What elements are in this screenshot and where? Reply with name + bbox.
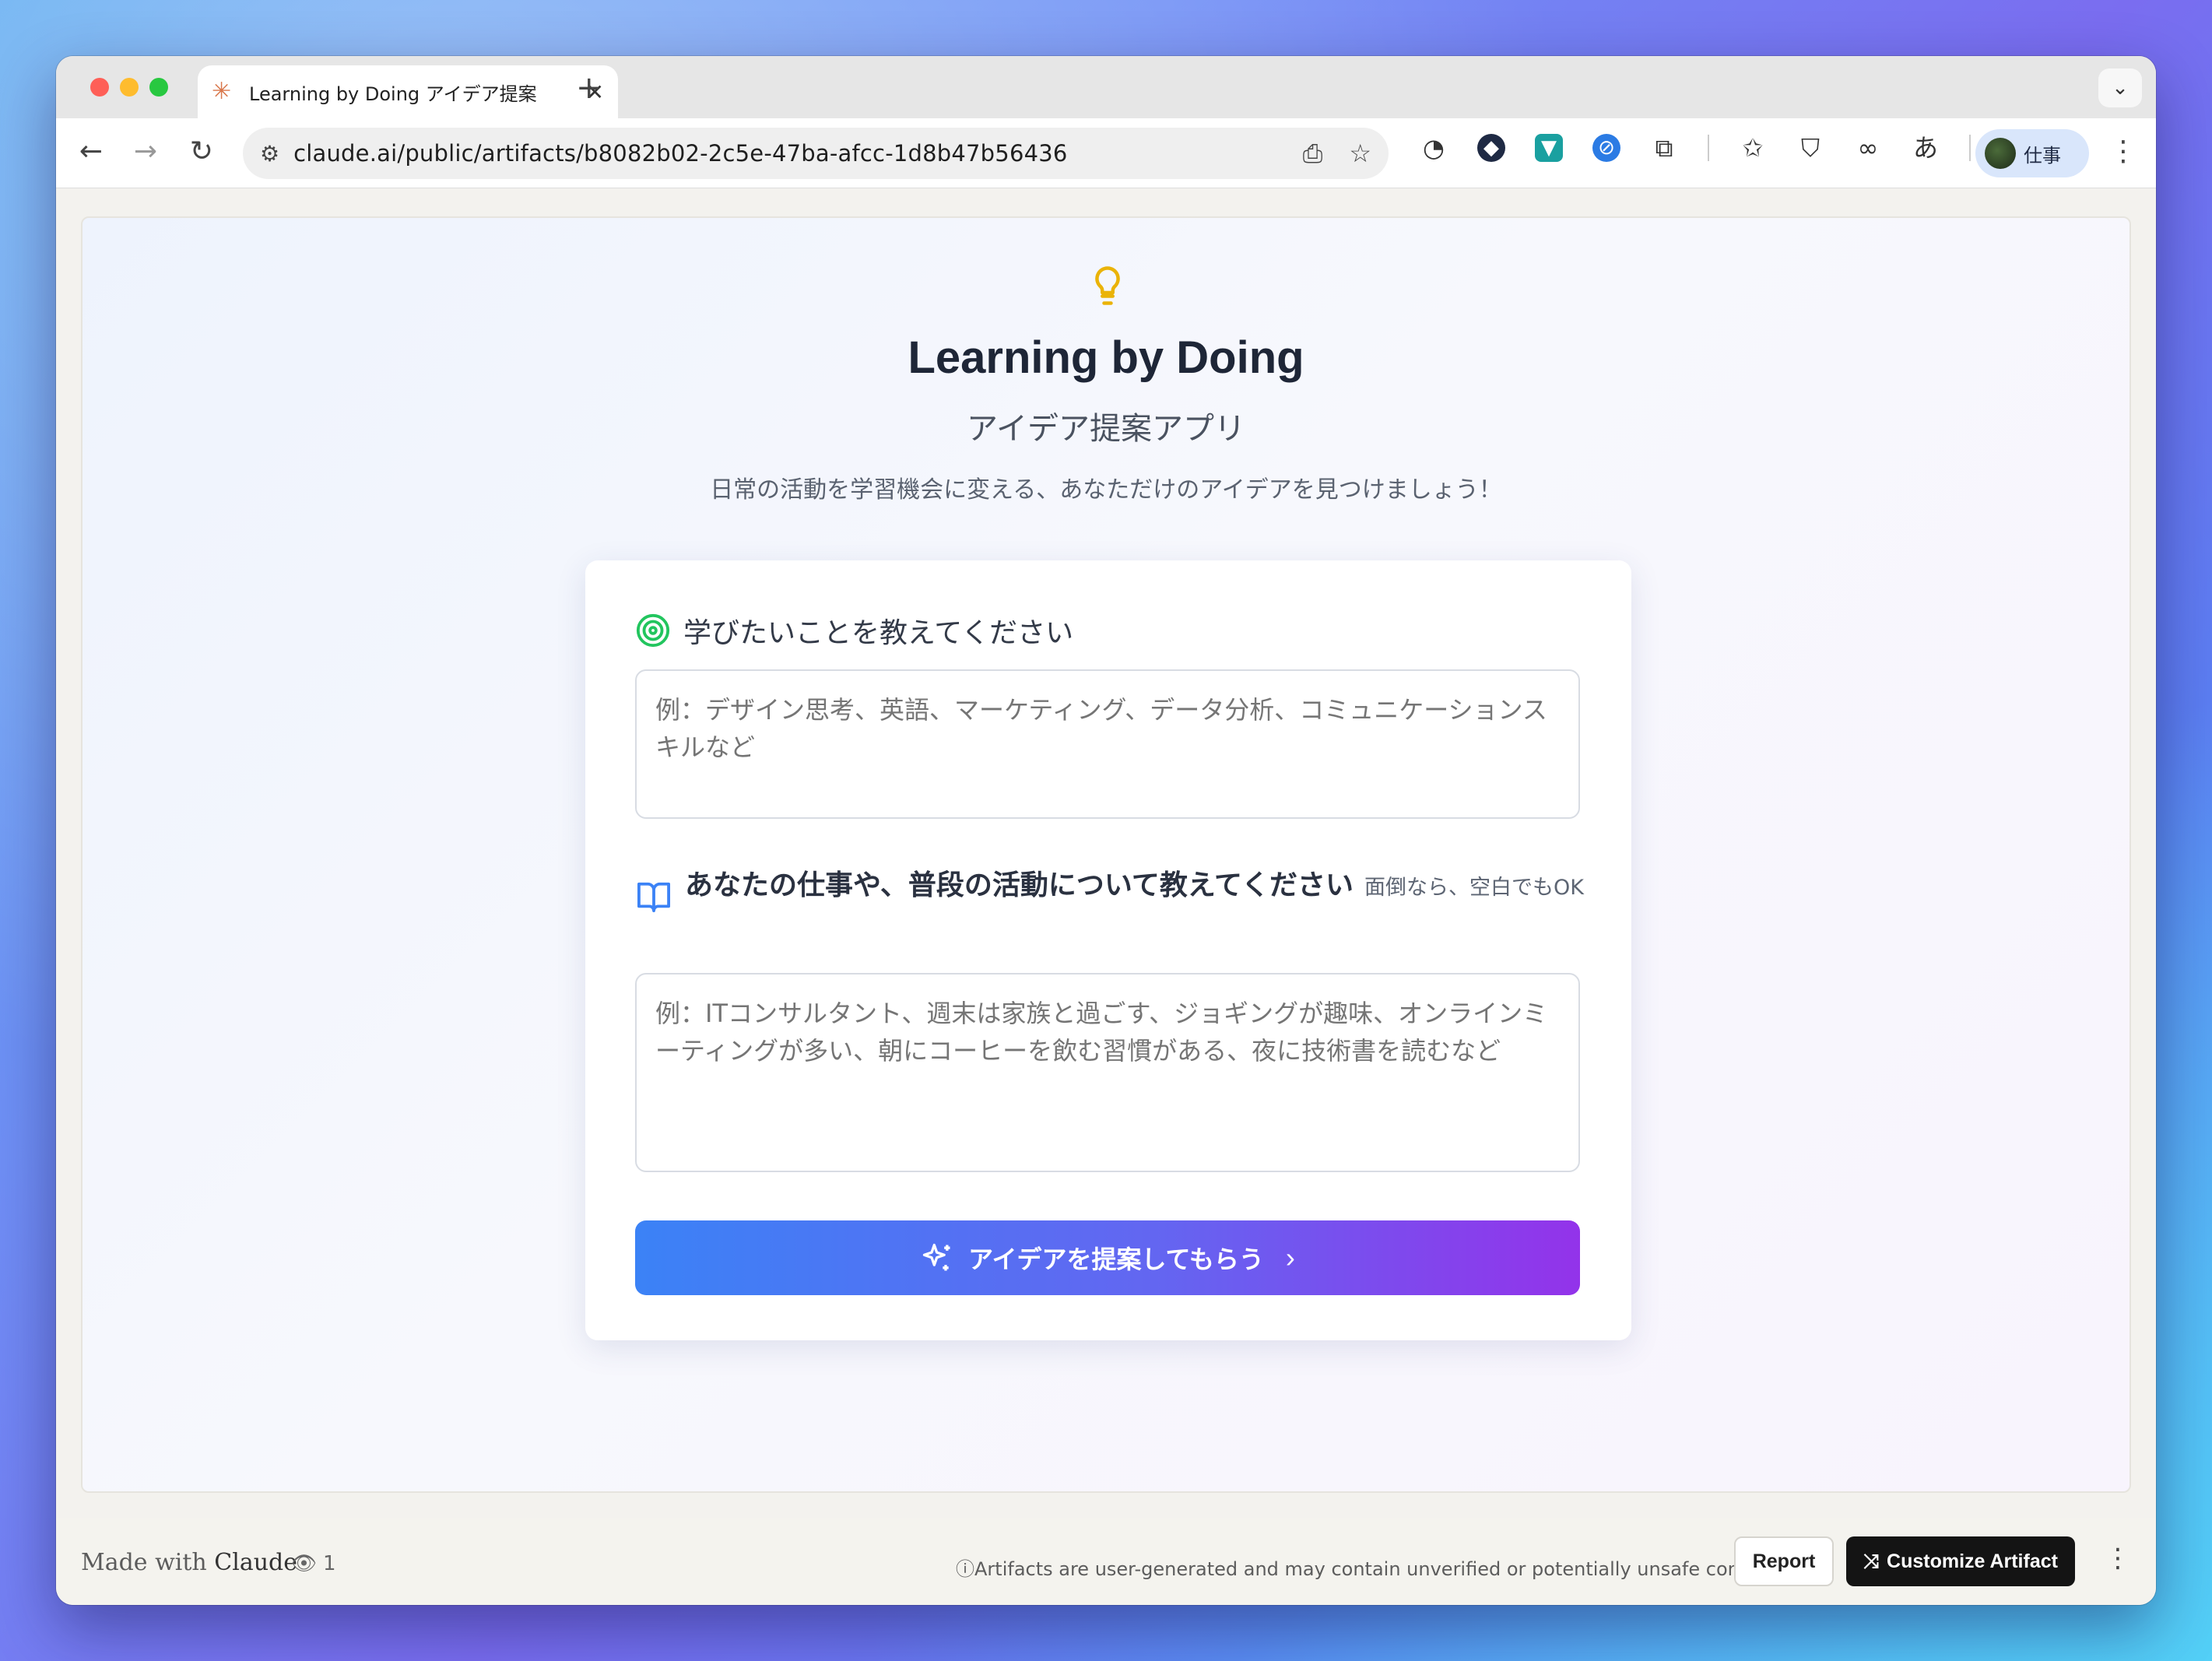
link-icon[interactable]: ∞: [1854, 134, 1882, 162]
bookmark-star-icon[interactable]: ☆: [1349, 139, 1371, 169]
tab-active[interactable]: ✳ Learning by Doing アイデア提案 ✕: [198, 65, 618, 118]
site-info-icon[interactable]: ⚙: [260, 141, 279, 167]
profile-name: 仕事: [2024, 144, 2061, 167]
toolbar-divider: [1708, 135, 1709, 161]
incognito-icon[interactable]: ⛉: [1796, 134, 1824, 162]
activities-optional-note: 面倒なら、空白でもOK: [1364, 876, 1584, 900]
open-book-icon: [637, 882, 670, 912]
artifact-footer: Made with Claude 👁 1 ⓘArtifacts are user…: [56, 1518, 2156, 1605]
customize-artifact-button[interactable]: ⤨ Customize Artifact: [1846, 1536, 2075, 1586]
disclaimer-text: Artifacts are user-generated and may con…: [974, 1558, 1784, 1580]
activities-label: あなたの仕事や、普段の活動について教えてください: [685, 869, 1354, 901]
artifact-frame: Learning by Doing アイデア提案アプリ 日常の活動を学習機会に変…: [81, 216, 2131, 1493]
claude-favicon-icon: ✳: [212, 78, 232, 105]
tab-title: Learning by Doing アイデア提案: [249, 83, 537, 105]
extension-cube-icon[interactable]: ◆: [1477, 134, 1505, 162]
reading-list-icon[interactable]: ✩: [1739, 134, 1767, 162]
extension-map-icon[interactable]: ▼: [1535, 134, 1563, 162]
target-icon: [636, 613, 670, 648]
suggest-ideas-label: アイデアを提案してもらう: [968, 1245, 1264, 1273]
view-count-value: 1: [323, 1552, 336, 1575]
extensions-area: ◔ ◆ ▼ ⊘ ⧉ ✩ ⛉ ∞ あ: [1420, 134, 1971, 162]
profile-button[interactable]: 仕事: [1975, 129, 2089, 177]
extension-link-icon[interactable]: ⊘: [1592, 134, 1620, 162]
toolbar-divider: [1969, 135, 1971, 161]
lightbulb-icon: [1095, 266, 1120, 305]
new-tab-button[interactable]: +: [576, 70, 602, 106]
info-icon: ⓘ: [956, 1558, 974, 1580]
sparkles-icon: [922, 1243, 950, 1271]
page-title: Learning by Doing: [908, 332, 1304, 383]
page-tagline: 日常の活動を学習機会に変える、あなただけのアイデアを見つけましょう！: [710, 476, 1502, 504]
made-with-prefix: Made with: [81, 1549, 207, 1576]
tab-search-button[interactable]: ⌄: [2098, 68, 2142, 107]
customize-artifact-label: Customize Artifact: [1887, 1550, 2058, 1572]
browser-toolbar: ← → ↻ ⚙ claude.ai/public/artifacts/b8082…: [56, 118, 2156, 188]
translate-icon[interactable]: あ: [1912, 134, 1940, 162]
learning-goal-heading: 学びたいことを教えてください: [635, 610, 1073, 651]
address-bar[interactable]: ⚙ claude.ai/public/artifacts/b8082b02-2c…: [243, 128, 1389, 179]
shuffle-icon: ⤨: [1863, 1550, 1880, 1572]
tab-strip: ✳ Learning by Doing アイデア提案 ✕ + ⌄: [56, 56, 2156, 118]
learning-goal-label: 学びたいことを教えてください: [683, 617, 1074, 649]
reload-icon[interactable]: ↻: [184, 135, 219, 167]
suggest-ideas-button[interactable]: アイデアを提案してもらう ›: [635, 1220, 1580, 1295]
activities-heading: あなたの仕事や、普段の活動について教えてください 面倒なら、空白でもOK: [635, 864, 1592, 912]
learning-goal-input[interactable]: [635, 669, 1580, 819]
install-icon[interactable]: ⎙: [1303, 139, 1323, 169]
activities-input[interactable]: [635, 973, 1580, 1172]
close-window-button[interactable]: [90, 78, 109, 97]
page-subtitle: アイデア提案アプリ: [967, 411, 1245, 447]
report-button[interactable]: Report: [1734, 1536, 1834, 1586]
url-text[interactable]: claude.ai/public/artifacts/b8082b02-2c5e…: [293, 140, 1067, 167]
more-menu-icon[interactable]: ⋮: [2109, 135, 2137, 167]
eye-icon: 👁: [291, 1552, 318, 1575]
idea-form-card: 学びたいことを教えてください あなたの仕事や、普段の活動について教えてください面…: [585, 560, 1631, 1340]
zoom-window-button[interactable]: [149, 78, 168, 97]
back-icon[interactable]: ←: [73, 135, 109, 167]
disclaimer: ⓘArtifacts are user-generated and may co…: [956, 1554, 1783, 1581]
minimize-window-button[interactable]: [120, 78, 139, 97]
made-with-brand: Claude: [214, 1549, 298, 1576]
extensions-puzzle-icon[interactable]: ⧉: [1650, 134, 1678, 162]
footer-more-icon[interactable]: ⋮: [2105, 1543, 2131, 1574]
made-with-claude[interactable]: Made with Claude: [81, 1549, 297, 1576]
view-count: 👁 1: [291, 1552, 336, 1575]
chevron-right-icon: ›: [1285, 1241, 1295, 1273]
browser-window: ✳ Learning by Doing アイデア提案 ✕ + ⌄ ← → ↻ ⚙…: [56, 56, 2156, 1605]
forward-icon[interactable]: →: [128, 135, 163, 167]
password-icon[interactable]: ◔: [1420, 134, 1448, 162]
avatar: [1985, 138, 2016, 169]
